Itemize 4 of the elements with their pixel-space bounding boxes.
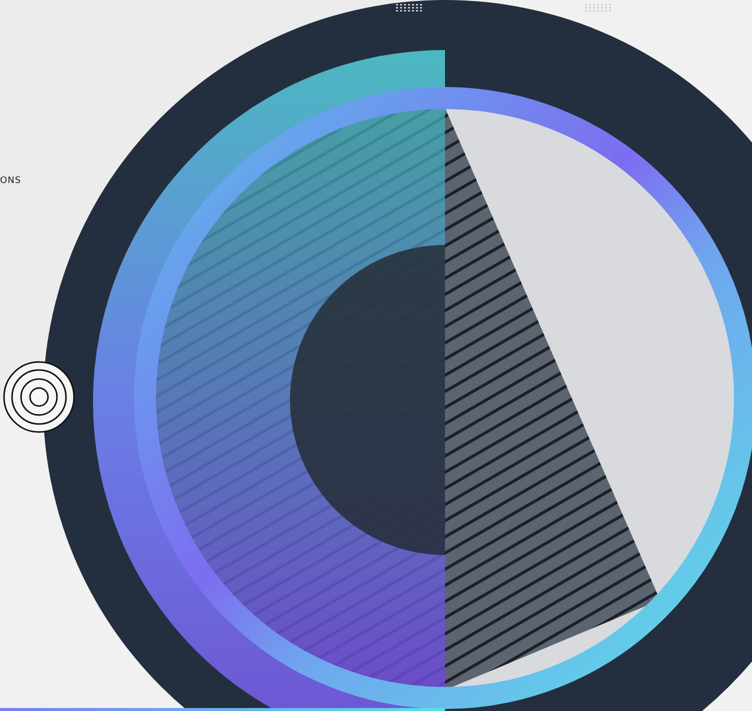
target-icon [3, 361, 75, 433]
heading-fragment: ONS [0, 176, 22, 186]
dot-grid-icon [585, 4, 611, 12]
dot-grid-icon [396, 4, 422, 12]
